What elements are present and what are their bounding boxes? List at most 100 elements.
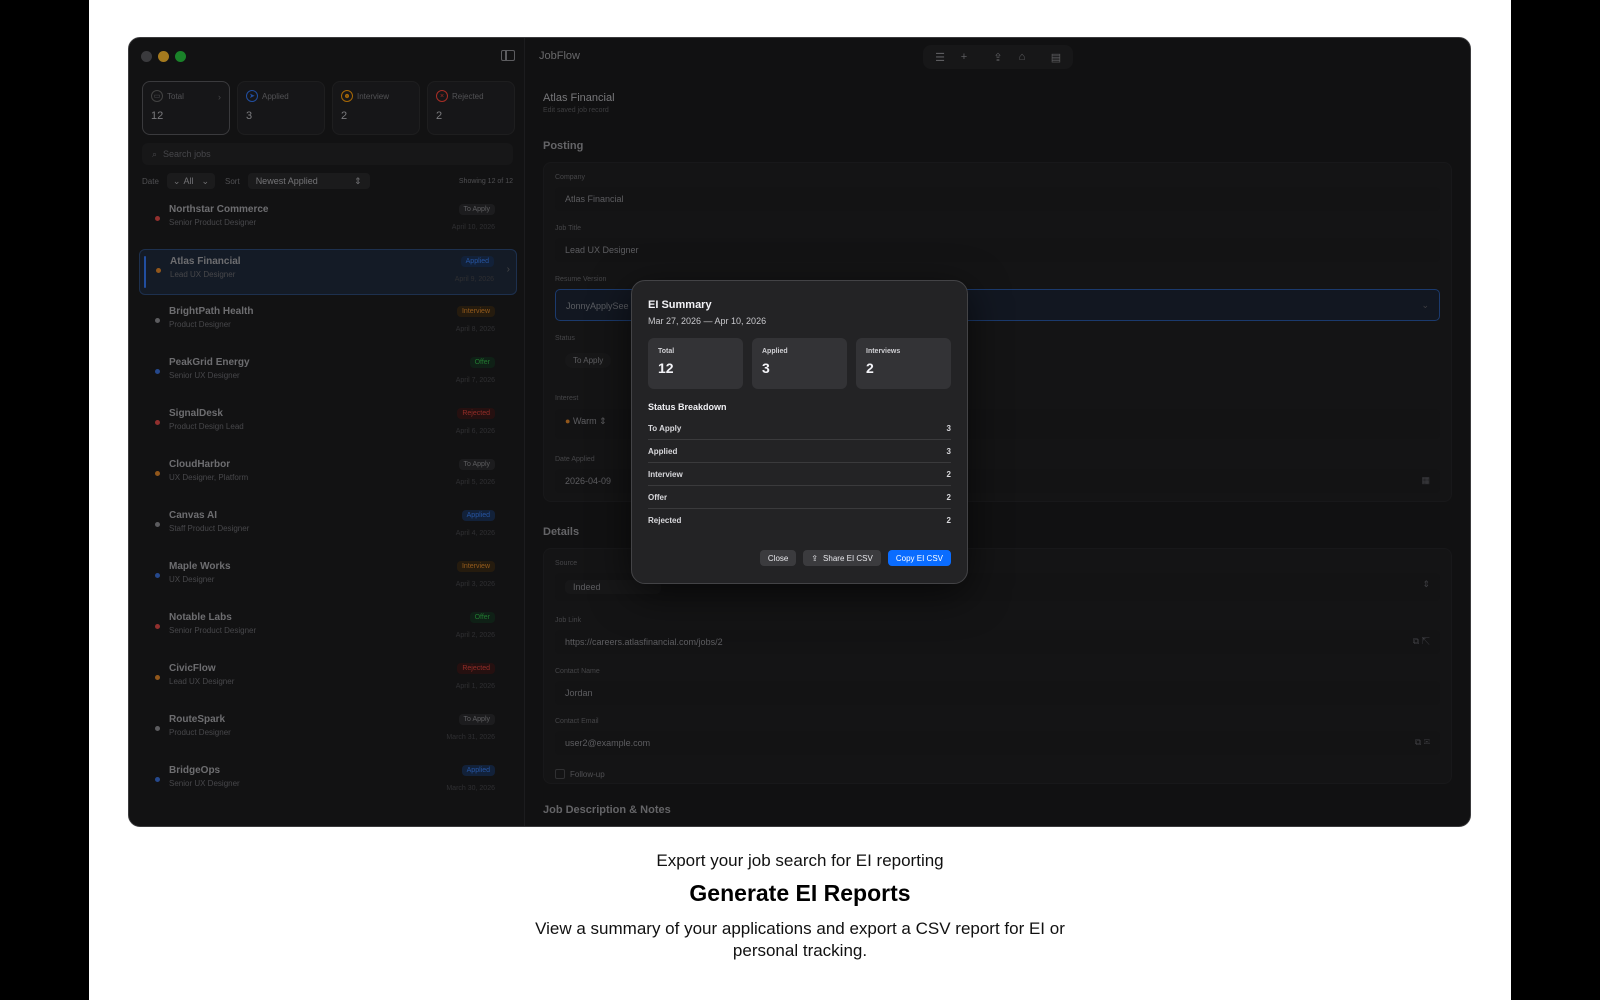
job-row[interactable]: Notable Labs Senior Product Designer Offer… <box>139 606 517 652</box>
job-row[interactable]: Canvas AI Staff Product Designer Applied Ap… <box>139 504 517 550</box>
breakdown-row: Offer 2 <box>648 486 951 509</box>
close-window-button[interactable] <box>141 51 152 62</box>
follow-up-toggle[interactable]: Follow-up <box>555 769 605 779</box>
stat-card-total[interactable]: ▭ Total 12 › <box>142 81 230 135</box>
caption-body: View a summary of your applications and … <box>535 919 1065 960</box>
card-label: Applied <box>762 348 788 355</box>
close-button[interactable]: Close <box>759 550 797 566</box>
status-badge: Rejected <box>457 663 495 674</box>
interest-dot-icon <box>155 777 160 782</box>
stat-label: Rejected <box>452 91 484 101</box>
job-title-label: Job Title <box>555 225 582 232</box>
status-badge: Offer <box>469 612 495 623</box>
stats-row: ▭ Total 12 › ➤ Applied 3 ☻ Interview 2 × Rej… <box>142 81 515 135</box>
stat-card-interview[interactable]: ☻ Interview 2 <box>332 81 420 135</box>
job-date: March 30, 2026 <box>446 785 495 792</box>
xmark-circle-icon: × <box>436 90 448 102</box>
job-row[interactable]: Northstar Commerce Senior Product Designe… <box>139 198 517 244</box>
job-row[interactable]: SignalDesk Product Design Lead Rejected Apr… <box>139 402 517 448</box>
source-label: Source <box>555 560 578 567</box>
resume-label: Resume Version <box>555 276 607 283</box>
status-badge: To Apply <box>458 204 495 215</box>
zoom-window-button[interactable] <box>175 51 186 62</box>
stat-value: 12 <box>151 110 164 122</box>
close-button-label: Close <box>767 553 789 563</box>
archive-icon[interactable]: ▤ <box>1045 47 1067 67</box>
date-filter-select[interactable]: ⌄ All ⌄ <box>166 173 216 189</box>
sort-select[interactable]: Newest Applied ⇕ <box>247 173 370 189</box>
stat-card-rejected[interactable]: × Rejected 2 <box>427 81 515 135</box>
job-row[interactable]: Maple Works UX Designer Interview April 3, … <box>139 555 517 601</box>
sidebar-toggle-icon[interactable] <box>501 50 515 61</box>
summary-card-interviews: Interviews 2 <box>856 338 951 389</box>
status-option-to-apply[interactable]: To Apply <box>565 353 612 368</box>
job-title-value: Lead UX Designer <box>565 245 639 255</box>
interest-value: Warm <box>572 416 597 426</box>
job-title-field[interactable]: Lead UX Designer <box>555 238 1440 262</box>
job-link-value: https://careers.atlasfinancial.com/jobs/… <box>565 637 723 647</box>
updown-chevron-icon: ⇕ <box>599 416 607 426</box>
contact-name-field[interactable]: Jordan <box>555 681 1440 705</box>
status-badge: Applied <box>460 256 494 267</box>
job-row[interactable]: BrightPath Health Product Designer Intervi… <box>139 300 517 346</box>
job-link-field[interactable]: https://careers.atlasfinancial.com/jobs/… <box>555 630 1440 654</box>
job-row[interactable]: CloudHarbor UX Designer, Platform To Apply… <box>139 453 517 499</box>
date-filter-label: Date <box>142 176 159 186</box>
sort-label: Sort <box>225 176 240 186</box>
job-company: PeakGrid Energy <box>169 357 250 368</box>
breakdown-label: Applied <box>648 446 678 456</box>
showing-count: Showing 12 of 12 <box>458 177 513 185</box>
dialog-date-range: Mar 27, 2026 — Apr 10, 2026 <box>648 316 767 326</box>
status-badge: Interview <box>456 561 495 572</box>
interest-dot-icon <box>156 268 161 273</box>
breakdown-label: Rejected <box>648 516 682 525</box>
chevron-down-icon: ⌄ <box>1421 300 1429 310</box>
job-date: April 5, 2026 <box>455 479 495 486</box>
job-row[interactable]: Atlas Financial Lead UX Designer Applied Ap… <box>139 249 517 295</box>
share-ei-csv-button[interactable]: ⇪ Share EI CSV <box>803 550 881 566</box>
job-row[interactable]: PeakGrid Energy Senior UX Designer Offer Ap… <box>139 351 517 397</box>
breakdown-value: 2 <box>946 469 951 479</box>
job-company: Notable Labs <box>169 612 232 623</box>
calendar-icon[interactable]: ▦ <box>1421 475 1430 486</box>
interest-dot-icon <box>155 420 160 425</box>
caption-headline: Generate EI Reports <box>689 880 911 906</box>
status-breakdown-title: Status Breakdown <box>648 402 727 412</box>
breakdown-value: 3 <box>946 446 951 456</box>
breakdown-row: To Apply 3 <box>648 417 951 440</box>
company-field[interactable]: Atlas Financial <box>555 187 1440 211</box>
interest-dot-icon <box>155 471 160 476</box>
copy-open-icon[interactable]: ⧉ ⇱ <box>1413 636 1430 647</box>
card-value: 12 <box>658 360 674 376</box>
job-row[interactable]: CivicFlow Lead UX Designer Rejected April 1… <box>139 657 517 703</box>
copy-ei-csv-button[interactable]: Copy EI CSV <box>887 550 951 566</box>
interest-dot-icon <box>155 675 160 680</box>
sidebar: ▭ Total 12 › ➤ Applied 3 ☻ Interview 2 × Rej… <box>129 38 525 826</box>
interest-dot-icon <box>155 726 160 731</box>
breakdown-label: Offer <box>648 492 668 502</box>
tag-icon[interactable]: ⌂ <box>1011 47 1033 67</box>
date-applied-value: 2026-04-09 <box>565 476 612 486</box>
interest-dot-icon: ● <box>565 416 571 426</box>
list-icon[interactable]: ☰ <box>929 47 951 67</box>
search-icon: ⌕ <box>152 148 158 159</box>
stat-value: 2 <box>341 110 348 122</box>
contact-email-field[interactable]: user2@example.com ⧉ ✉ <box>555 731 1440 755</box>
interest-dot-icon <box>155 318 160 323</box>
copy-mail-icon[interactable]: ⧉ ✉ <box>1415 737 1430 748</box>
share-icon: ⇪ <box>811 553 819 563</box>
contact-name-label: Contact Name <box>555 668 600 675</box>
stat-card-applied[interactable]: ➤ Applied 3 <box>237 81 325 135</box>
summary-card-applied: Applied 3 <box>752 338 847 389</box>
share-icon[interactable]: ⇪ <box>987 47 1009 67</box>
job-row[interactable]: BridgeOps Senior UX Designer Applied March … <box>139 759 517 805</box>
tray-icon: ▭ <box>151 90 163 102</box>
add-icon[interactable]: + <box>953 47 975 67</box>
section-notes: Job Description & Notes <box>543 804 671 816</box>
interest-dot-icon <box>155 522 160 527</box>
caption-eyebrow: Export your job search for EI reporting <box>656 851 944 870</box>
dialog-actions: Close ⇪ Share EI CSV Copy EI CSV <box>759 550 951 566</box>
minimize-window-button[interactable] <box>158 51 169 62</box>
search-input[interactable]: ⌕ Search jobs <box>142 143 513 165</box>
job-row[interactable]: RouteSpark Product Designer To Apply March … <box>139 708 517 754</box>
